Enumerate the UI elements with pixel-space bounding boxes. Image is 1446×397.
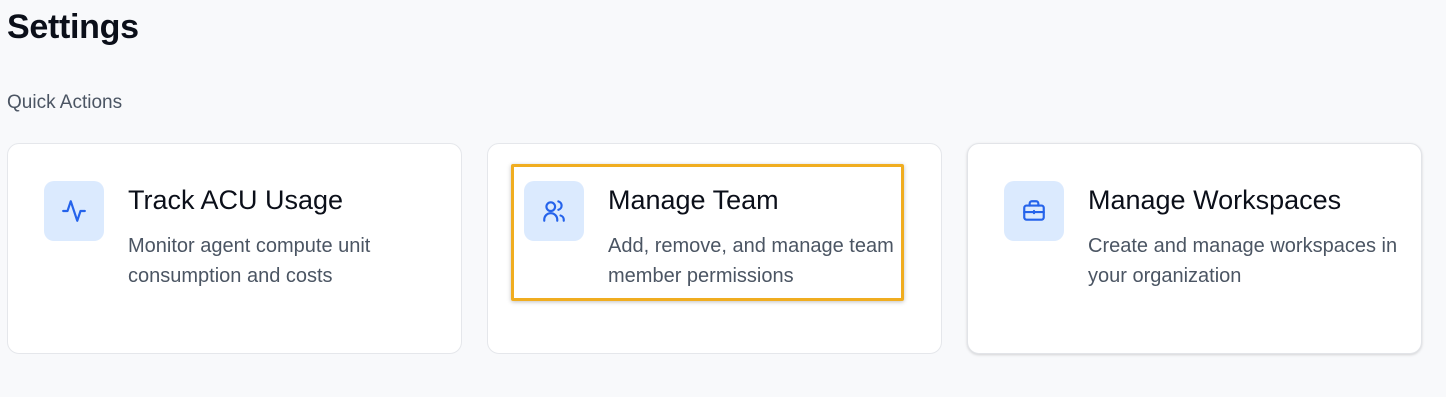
activity-icon <box>44 181 104 241</box>
users-icon <box>524 181 584 241</box>
page-title: Settings <box>7 8 139 46</box>
card-description: Create and manage workspaces in your org… <box>1088 235 1398 287</box>
section-label-quick-actions: Quick Actions <box>7 92 123 113</box>
card-description: Add, remove, and manage team member perm… <box>608 235 894 287</box>
card-title: Manage Workspaces <box>1088 185 1342 215</box>
card-manage-workspaces[interactable]: Manage Workspaces Create and manage work… <box>967 143 1422 354</box>
card-manage-team[interactable]: Manage Team Add, remove, and manage team… <box>487 143 942 354</box>
briefcase-icon <box>1004 181 1064 241</box>
card-title: Manage Team <box>608 185 779 215</box>
card-description: Monitor agent compute unit consumption a… <box>128 235 371 287</box>
card-title: Track ACU Usage <box>128 185 344 215</box>
card-track-acu-usage[interactable]: Track ACU Usage Monitor agent compute un… <box>7 143 462 354</box>
